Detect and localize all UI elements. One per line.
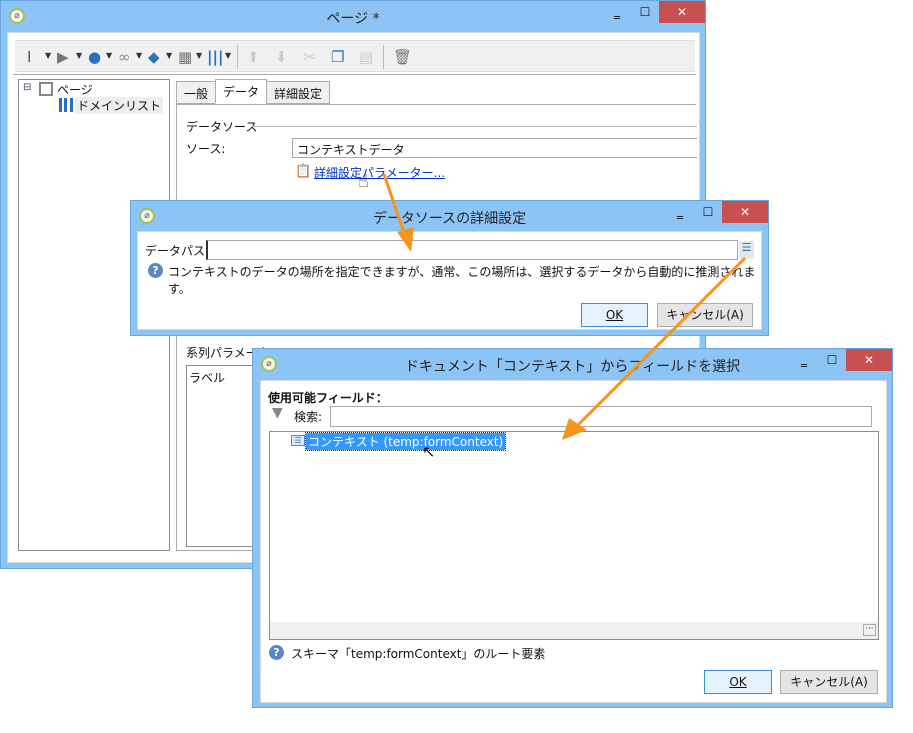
available-fields-label: 使用可能フィールド：: [268, 391, 388, 405]
trash-icon[interactable]: 🗑: [393, 48, 412, 66]
tree-item-context[interactable]: コンテキスト (temp:formContext): [304, 432, 507, 451]
toolbar-separator: [383, 45, 384, 69]
advanced-parameters-link[interactable]: 詳細設定パラメーター...: [314, 164, 445, 181]
tab-general[interactable]: 一般: [176, 81, 217, 104]
close-button[interactable]: ✕: [846, 349, 892, 371]
info-text: コンテキストのデータの場所を指定できますが、通常、この場所は、選択するデータから…: [168, 265, 756, 296]
element-icon: ☰: [291, 435, 305, 446]
layers-icon[interactable]: ◆: [148, 48, 160, 66]
close-button[interactable]: ✕: [659, 1, 705, 23]
dropdown-arrow-icon[interactable]: ▼: [136, 51, 142, 60]
clipboard-icon: 📋: [295, 164, 312, 179]
page-icon: [39, 82, 53, 96]
arrow-up-icon[interactable]: ⬆: [247, 48, 260, 66]
toolbar-separator: [237, 45, 238, 69]
arrow-cursor-icon: ↖: [422, 442, 436, 461]
dialog-content: 使用可能フィールド： ▼ 検索: ☰ コンテキスト (temp:formCont…: [260, 380, 887, 703]
cancel-button[interactable]: キャンセル(A): [657, 303, 753, 327]
field-selection-dialog: ⌀ ドキュメント「コンテキスト」からフィールドを選択 ‗ ☐ ✕ 使用可能フィー…: [252, 348, 893, 708]
arrow-down-icon[interactable]: ⬇: [275, 48, 288, 66]
text-field-icon[interactable]: I: [27, 48, 31, 66]
grid-icon[interactable]: ▦: [178, 48, 192, 66]
tab-strip: 一般 データ 詳細設定: [176, 79, 696, 105]
maximize-button[interactable]: ☐: [818, 349, 846, 371]
dropdown-arrow-icon[interactable]: ▼: [45, 51, 51, 60]
dropdown-arrow-icon[interactable]: ▼: [106, 51, 112, 60]
more-icon[interactable]: ···: [863, 624, 876, 636]
tab-data[interactable]: データ: [215, 79, 268, 104]
search-input[interactable]: [330, 406, 872, 427]
help-icon: ?: [148, 263, 163, 278]
hand-cursor-icon: ☝: [358, 171, 369, 192]
dropdown-arrow-icon[interactable]: ▼: [76, 51, 82, 60]
help-icon: ?: [269, 645, 284, 660]
dropdown-arrow-icon[interactable]: ▼: [196, 51, 202, 60]
title-bar[interactable]: ⌀ ドキュメント「コンテキスト」からフィールドを選択 ‗ ☐ ✕: [253, 349, 892, 379]
columns-icon[interactable]: |||: [207, 48, 223, 66]
divider: [13, 74, 696, 75]
minimize-button[interactable]: ‗: [790, 349, 818, 371]
cancel-button[interactable]: キャンセル(A): [780, 670, 878, 694]
maximize-button[interactable]: ☐: [631, 1, 659, 23]
data-source-group-label: データソース: [186, 120, 258, 134]
field-picker-icon[interactable]: ☰: [739, 241, 754, 259]
globe-icon[interactable]: ●: [88, 48, 101, 66]
minimize-button[interactable]: ‗: [666, 201, 694, 223]
search-label: 検索:: [294, 410, 323, 424]
title-bar[interactable]: ⌀ ページ * ‗ ☐ ✕: [1, 1, 705, 31]
group-line: [252, 126, 697, 127]
link-icon[interactable]: ∞: [118, 48, 131, 66]
advanced-settings-dialog: ⌀ データソースの詳細設定 ‗ ☐ ✕ データパス: ☰ ? コンテキストのデー…: [130, 200, 769, 336]
ok-button[interactable]: OK: [581, 303, 648, 327]
ok-button[interactable]: OK: [704, 670, 772, 694]
maximize-button[interactable]: ☐: [694, 201, 722, 223]
paste-icon[interactable]: ▤: [359, 48, 373, 66]
field-tree[interactable]: ☰ コンテキスト (temp:formContext) ↖ ···: [269, 431, 879, 640]
source-select[interactable]: コンテキストデータ: [292, 138, 697, 158]
column-header-label[interactable]: ラベル: [189, 369, 225, 386]
info-text: スキーマ「temp:formContext」のルート要素: [291, 647, 546, 661]
dropdown-arrow-icon[interactable]: ▼: [225, 51, 231, 60]
copy-icon[interactable]: ❐: [331, 48, 344, 66]
data-path-label: データパス:: [145, 244, 210, 258]
dropdown-arrow-icon[interactable]: ▼: [166, 51, 172, 60]
minimize-button[interactable]: ‗: [603, 1, 631, 23]
close-button[interactable]: ✕: [722, 201, 768, 223]
collapse-icon[interactable]: ⊟: [23, 82, 31, 93]
filter-icon: ▼: [272, 405, 283, 421]
data-path-input[interactable]: [206, 240, 738, 260]
input-settings-icon[interactable]: ▶: [57, 48, 69, 66]
tab-advanced[interactable]: 詳細設定: [266, 81, 331, 104]
toolbar: I ▼ ▶ ▼ ● ▼ ∞ ▼ ◆ ▼ ▦ ▼ ||| ▼ ⬆ ⬇ ✂ ❐ ▤ 🗑: [15, 40, 695, 72]
tree-footer: ···: [270, 622, 878, 639]
window-title: ページ *: [326, 11, 380, 27]
dialog-content: データパス: ☰ ? コンテキストのデータの場所を指定できますが、通常、この場所…: [137, 231, 762, 330]
tree-item-page[interactable]: ページ: [57, 81, 93, 98]
cut-icon[interactable]: ✂: [303, 48, 316, 66]
title-bar[interactable]: ⌀ データソースの詳細設定 ‗ ☐ ✕: [131, 201, 768, 231]
source-label: ソース:: [186, 142, 226, 156]
list-icon: [59, 98, 73, 112]
tree-item-domain-list[interactable]: ドメインリスト: [75, 97, 164, 114]
